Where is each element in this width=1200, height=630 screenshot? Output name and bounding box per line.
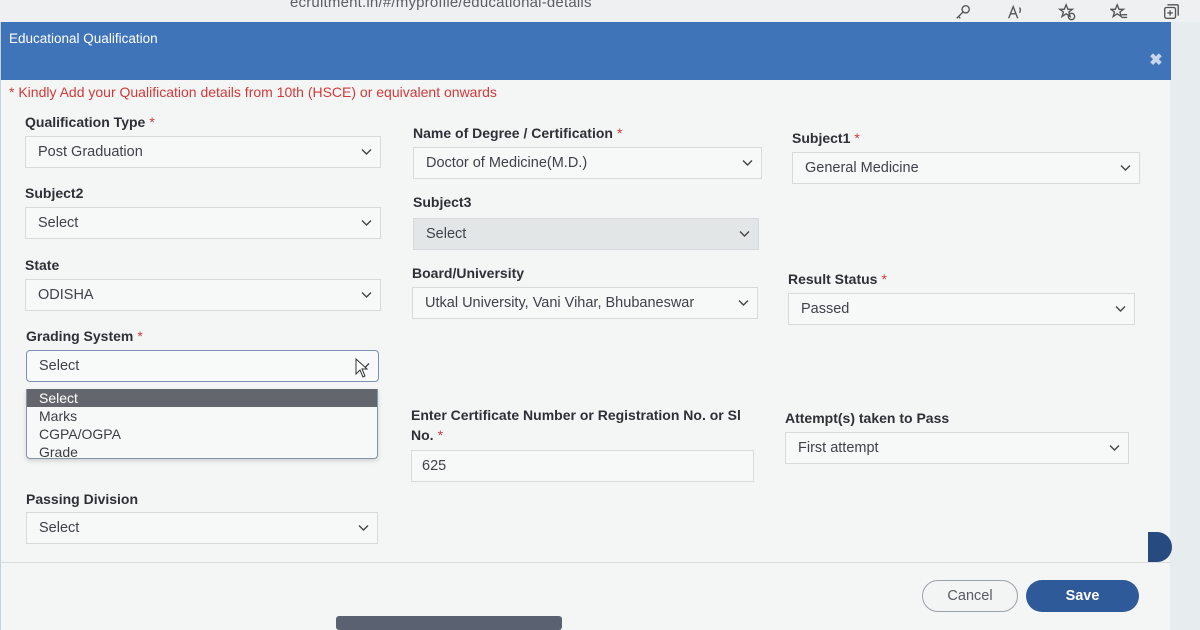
certificate-number-label: Enter Certificate Number or Registration… xyxy=(411,407,741,443)
address-bar-text[interactable]: ecruitment.in/#/myprofile/educational-de… xyxy=(290,0,592,11)
cancel-button[interactable]: Cancel xyxy=(922,580,1018,612)
subject2-field: Subject2 Select xyxy=(25,185,381,251)
footer-divider xyxy=(1,562,1171,563)
certificate-number-input[interactable]: 625 xyxy=(411,450,754,482)
subject3-label: Subject3 xyxy=(413,194,472,210)
qualification-type-select[interactable]: Post Graduation xyxy=(25,136,381,168)
required-notice: * Kindly Add your Qualification details … xyxy=(9,84,497,100)
subject3-field: Subject3 Select xyxy=(413,194,759,260)
background-button-edge xyxy=(1148,532,1172,562)
modal-title: Educational Qualification xyxy=(9,31,158,46)
favorites-icon[interactable] xyxy=(1108,2,1130,22)
chevron-down-icon xyxy=(361,280,372,310)
add-favorite-icon[interactable] xyxy=(1056,2,1078,22)
qualification-type-field: Qualification Type * Post Graduation xyxy=(25,114,381,180)
option-marks[interactable]: Marks xyxy=(27,407,377,425)
subject1-field: Subject1 * General Medicine xyxy=(792,130,1140,196)
degree-field: Name of Degree / Certification * Doctor o… xyxy=(413,125,762,191)
key-icon[interactable] xyxy=(952,2,974,22)
subject1-label: Subject1 * xyxy=(792,130,860,146)
subject2-label: Subject2 xyxy=(25,185,84,201)
board-university-select[interactable]: Utkal University, Vani Vihar, Bhubaneswa… xyxy=(412,287,758,319)
attempts-label: Attempt(s) taken to Pass xyxy=(785,410,950,426)
attempts-select[interactable]: First attempt xyxy=(785,432,1129,464)
result-status-select[interactable]: Passed xyxy=(788,293,1135,325)
option-cgpa-ogpa[interactable]: CGPA/OGPA xyxy=(27,425,377,443)
result-status-label: Result Status * xyxy=(788,271,887,287)
state-field: State ODISHA xyxy=(25,257,381,323)
close-icon[interactable]: ✖ xyxy=(1147,52,1165,70)
grading-system-options: Select Marks CGPA/OGPA Grade xyxy=(26,389,378,461)
board-university-field: Board/University Utkal University, Vani … xyxy=(412,265,758,331)
grading-system-label: Grading System * xyxy=(26,328,143,344)
passing-division-label: Passing Division xyxy=(26,491,139,507)
option-grade[interactable]: Grade xyxy=(27,443,377,461)
chevron-down-icon xyxy=(1120,153,1131,183)
board-university-label: Board/University xyxy=(412,265,525,281)
degree-select[interactable]: Doctor of Medicine(M.D.) xyxy=(413,147,762,179)
chevron-down-icon xyxy=(1109,433,1120,463)
subject2-select[interactable]: Select xyxy=(25,207,381,239)
degree-label: Name of Degree / Certification * xyxy=(413,125,623,141)
qualification-type-label: Qualification Type * xyxy=(25,114,155,130)
save-button[interactable]: Save xyxy=(1026,580,1139,612)
subject1-select[interactable]: General Medicine xyxy=(792,152,1140,184)
chevron-down-icon xyxy=(1115,294,1126,324)
educational-qualification-modal: Educational Qualification ✖ * Kindly Add… xyxy=(0,22,1172,630)
chevron-down-icon xyxy=(742,148,753,178)
browser-toolbar: ecruitment.in/#/myprofile/educational-de… xyxy=(0,0,1200,22)
passing-division-field: Passing Division Select xyxy=(26,491,378,557)
browser-tools xyxy=(952,2,1182,22)
horizontal-scrollbar[interactable] xyxy=(336,616,562,630)
mouse-cursor-icon xyxy=(355,358,369,378)
grading-system-select[interactable]: Select xyxy=(26,350,379,382)
chevron-down-icon xyxy=(739,219,750,249)
grading-system-field: Grading System * Select xyxy=(26,328,379,388)
read-aloud-icon[interactable] xyxy=(1004,2,1026,22)
result-status-field: Result Status * Passed xyxy=(788,271,1135,337)
certificate-number-field: Enter Certificate Number or Registration… xyxy=(411,405,754,483)
state-select[interactable]: ODISHA xyxy=(25,279,381,311)
chevron-down-icon xyxy=(361,137,372,167)
modal-header: Educational Qualification ✖ xyxy=(1,22,1171,80)
option-select[interactable]: Select xyxy=(27,389,377,407)
passing-division-select[interactable]: Select xyxy=(26,512,378,544)
attempts-field: Attempt(s) taken to Pass First attempt xyxy=(785,410,1129,476)
chevron-down-icon xyxy=(361,208,372,238)
state-label: State xyxy=(25,257,60,273)
subject3-select[interactable]: Select xyxy=(413,218,759,250)
chevron-down-icon xyxy=(738,288,749,318)
collections-icon[interactable] xyxy=(1160,2,1182,22)
chevron-down-icon xyxy=(358,513,369,543)
